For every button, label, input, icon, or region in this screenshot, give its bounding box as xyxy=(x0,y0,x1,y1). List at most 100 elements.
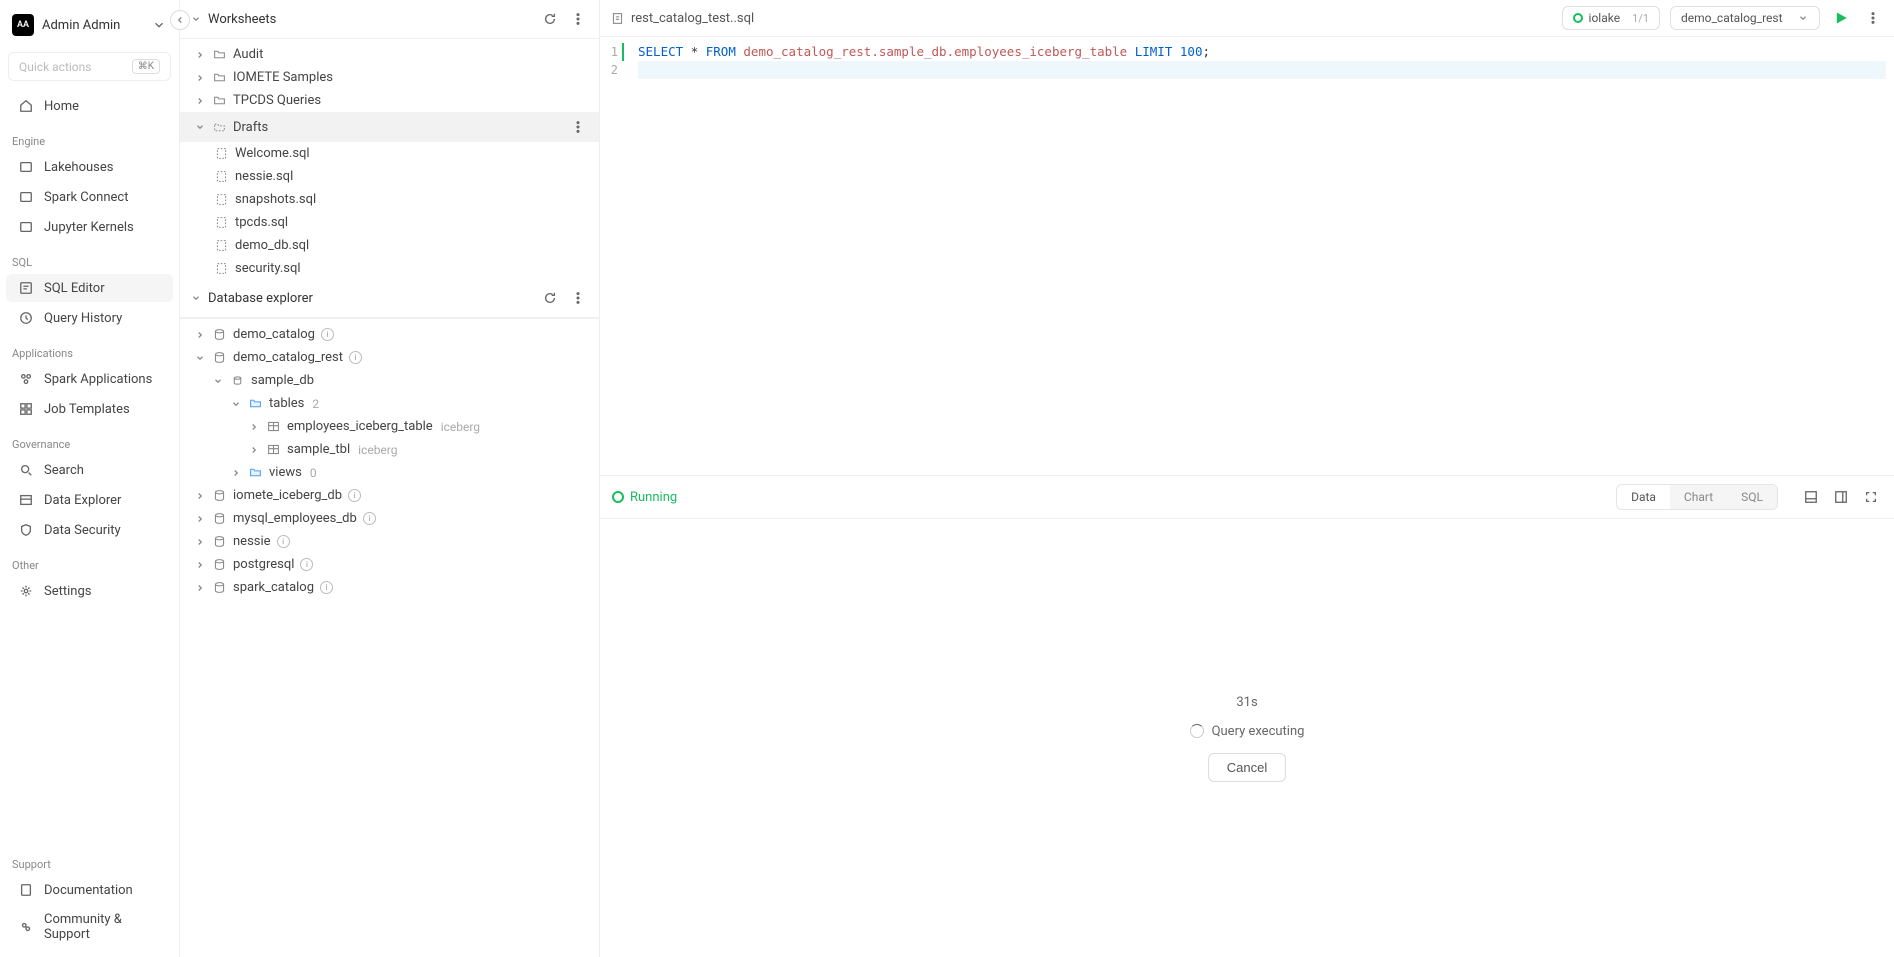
chevron-down-icon xyxy=(1797,12,1809,24)
views-group[interactable]: views0 xyxy=(180,461,599,484)
folder-tpcds[interactable]: TPCDS Queries xyxy=(180,89,599,112)
editor-tab[interactable]: rest_catalog_test..sql xyxy=(610,11,754,26)
chevron-down-icon xyxy=(212,375,224,387)
tab-sql[interactable]: SQL xyxy=(1727,485,1777,509)
refresh-button[interactable] xyxy=(539,8,561,30)
editor-icon xyxy=(18,280,34,296)
table-employees[interactable]: employees_iceberg_tableiceberg xyxy=(180,415,599,438)
chevron-down-icon[interactable] xyxy=(190,292,202,304)
nav-home[interactable]: Home xyxy=(6,92,173,120)
nav-sql-editor[interactable]: SQL Editor xyxy=(6,274,173,302)
info-icon[interactable]: i xyxy=(321,328,334,341)
catalog-mysql[interactable]: mysql_employees_dbi xyxy=(180,507,599,530)
info-icon[interactable]: i xyxy=(277,535,290,548)
catalog-spark[interactable]: spark_catalogi xyxy=(180,576,599,599)
more-button[interactable] xyxy=(567,287,589,309)
nav-data-security[interactable]: Data Security xyxy=(6,516,173,544)
info-icon[interactable]: i xyxy=(300,558,313,571)
sql-file-icon xyxy=(214,169,229,184)
chevron-right-icon xyxy=(194,490,206,502)
expand-icon[interactable] xyxy=(1860,486,1882,508)
elapsed-time: 31s xyxy=(1236,695,1257,710)
folder-audit[interactable]: Audit xyxy=(180,43,599,66)
file-snapshots[interactable]: snapshots.sql xyxy=(180,188,599,211)
info-icon[interactable]: i xyxy=(363,512,376,525)
section-other: Other xyxy=(0,545,179,576)
tab-data[interactable]: Data xyxy=(1617,485,1670,509)
tables-group[interactable]: tables2 xyxy=(180,392,599,415)
nav-lakehouses[interactable]: Lakehouses xyxy=(6,153,173,181)
nav-community[interactable]: Community & Support xyxy=(6,906,173,948)
file-tpcds[interactable]: tpcds.sql xyxy=(180,211,599,234)
search-icon xyxy=(18,462,34,478)
folder-samples[interactable]: IOMETE Samples xyxy=(180,66,599,89)
collapse-sidebar-button[interactable] xyxy=(170,10,190,30)
nav-jupyter[interactable]: Jupyter Kernels xyxy=(6,213,173,241)
catalog-icon xyxy=(212,327,227,342)
file-nessie[interactable]: nessie.sql xyxy=(180,165,599,188)
code-area[interactable]: SELECT * FROM demo_catalog_rest.sample_d… xyxy=(630,37,1894,475)
quick-placeholder: Quick actions xyxy=(19,60,91,74)
code-editor[interactable]: 1 2 SELECT * FROM demo_catalog_rest.samp… xyxy=(600,37,1894,475)
worksheets-header: Worksheets xyxy=(180,0,599,39)
refresh-button[interactable] xyxy=(539,287,561,309)
nav-spark-apps[interactable]: Spark Applications xyxy=(6,365,173,393)
file-demo-db[interactable]: demo_db.sql xyxy=(180,234,599,257)
catalog-postgresql[interactable]: postgresqli xyxy=(180,553,599,576)
file-security[interactable]: security.sql xyxy=(180,257,599,279)
editor-header: rest_catalog_test..sql iolake 1/1 demo_c… xyxy=(600,0,1894,37)
catalog-icon xyxy=(212,488,227,503)
table-sample[interactable]: sample_tbliceberg xyxy=(180,438,599,461)
cancel-button[interactable]: Cancel xyxy=(1208,753,1286,782)
sql-file-icon xyxy=(214,146,229,161)
chevron-right-icon xyxy=(194,72,206,84)
nav-data-explorer[interactable]: Data Explorer xyxy=(6,486,173,514)
catalog-demo-rest[interactable]: demo_catalog_resti xyxy=(180,346,599,369)
worksheets-title: Worksheets xyxy=(208,12,533,27)
folder-drafts[interactable]: Drafts xyxy=(180,112,599,142)
executing-label: Query executing xyxy=(1190,724,1305,739)
info-icon[interactable]: i xyxy=(348,489,361,502)
db-explorer-header: Database explorer xyxy=(180,279,599,318)
worksheets-tree: Audit IOMETE Samples TPCDS Queries Draft… xyxy=(180,39,599,279)
catalog-iomete[interactable]: iomete_iceberg_dbi xyxy=(180,484,599,507)
folder-icon xyxy=(248,465,263,480)
catalog-icon xyxy=(212,511,227,526)
catalog-nessie[interactable]: nessiei xyxy=(180,530,599,553)
layout-right-icon[interactable] xyxy=(1830,486,1852,508)
nav-query-history[interactable]: Query History xyxy=(6,304,173,332)
tab-chart[interactable]: Chart xyxy=(1670,485,1727,509)
info-icon[interactable]: i xyxy=(320,581,333,594)
quick-actions[interactable]: Quick actions ⌘K xyxy=(8,52,171,81)
line-gutter: 1 2 xyxy=(600,37,630,475)
schema-sample-db[interactable]: sample_db xyxy=(180,369,599,392)
kbd-shortcut: ⌘K xyxy=(132,59,160,74)
sql-file-icon xyxy=(214,238,229,253)
avatar: AA xyxy=(12,14,34,36)
nav-search[interactable]: Search xyxy=(6,456,173,484)
lakehouse-selector[interactable]: iolake 1/1 xyxy=(1562,6,1660,30)
status-running: Running xyxy=(612,490,677,505)
user-menu[interactable]: AA Admin Admin xyxy=(0,8,179,42)
chevron-down-icon[interactable] xyxy=(190,13,202,25)
jupyter-icon xyxy=(18,219,34,235)
catalog-demo[interactable]: demo_catalogi xyxy=(180,323,599,346)
nav-settings[interactable]: Settings xyxy=(6,577,173,605)
catalog-icon xyxy=(212,580,227,595)
more-icon[interactable] xyxy=(567,116,589,138)
nav-job-templates[interactable]: Job Templates xyxy=(6,395,173,423)
shield-icon xyxy=(18,522,34,538)
chevron-down-icon xyxy=(194,121,206,133)
chevron-down-icon xyxy=(230,398,242,410)
info-icon[interactable]: i xyxy=(349,351,362,364)
nav-spark-connect[interactable]: Spark Connect xyxy=(6,183,173,211)
gear-icon xyxy=(18,583,34,599)
more-button[interactable] xyxy=(1862,7,1884,29)
nav-docs[interactable]: Documentation xyxy=(6,876,173,904)
catalog-selector[interactable]: demo_catalog_rest xyxy=(1670,6,1820,30)
layout-bottom-icon[interactable] xyxy=(1800,486,1822,508)
run-button[interactable] xyxy=(1830,7,1852,29)
chevron-right-icon xyxy=(194,49,206,61)
file-welcome[interactable]: Welcome.sql xyxy=(180,142,599,165)
more-button[interactable] xyxy=(567,8,589,30)
